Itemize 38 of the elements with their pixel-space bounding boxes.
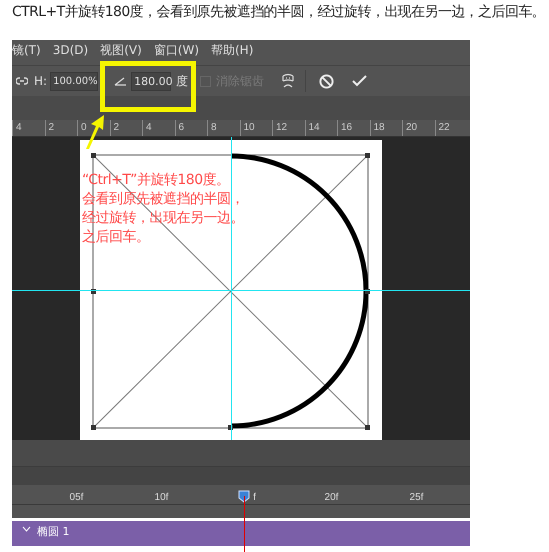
ruler-label: 22 xyxy=(434,120,467,136)
ruler-label: 8 xyxy=(207,120,240,136)
layer-row[interactable]: 椭圆 1 xyxy=(12,521,470,546)
timeline-label: 20f xyxy=(324,492,338,503)
heading-text: CTRL+T并旋转180度，会看到原先被遮挡的半圆，经过旋转，出现在另一边，之后回车。 xyxy=(12,3,546,22)
playhead-line xyxy=(244,496,245,552)
menu-item[interactable]: 3D(D) xyxy=(52,43,88,58)
height-label: H: xyxy=(34,73,48,90)
checkmark-icon[interactable] xyxy=(352,75,368,87)
timeline-label: 10f xyxy=(154,492,168,503)
chevron-icon[interactable] xyxy=(22,526,31,532)
timeline-label: f xyxy=(253,492,256,503)
warp-icon[interactable] xyxy=(280,73,296,89)
ruler-label: 6 xyxy=(174,120,207,136)
ruler-label: 2 xyxy=(110,120,142,136)
angle-unit: 度 xyxy=(176,73,188,90)
ruler-label: 2 xyxy=(44,120,77,136)
menu-item[interactable]: 视图(V) xyxy=(100,43,142,58)
ruler-label: 4 xyxy=(142,120,174,136)
ruler-label: 10 xyxy=(240,120,272,136)
ruler-label: 20 xyxy=(402,120,434,136)
height-field[interactable]: 100.00% xyxy=(50,72,98,90)
playhead-marker-icon[interactable] xyxy=(238,490,250,503)
layer-name: 椭圆 1 xyxy=(37,524,70,540)
angle-icon xyxy=(114,76,128,86)
ruler-label: 18 xyxy=(370,120,402,136)
ruler-label: 16 xyxy=(337,120,370,136)
ruler-label: 4 xyxy=(12,120,44,136)
timeline-label: 25f xyxy=(410,492,424,503)
ruler-label: 14 xyxy=(304,120,337,136)
menu-item[interactable]: 窗口(W) xyxy=(154,43,199,58)
ruler-label: 12 xyxy=(272,120,304,136)
cancel-icon[interactable] xyxy=(319,74,334,88)
menu-item[interactable]: 镜(T) xyxy=(12,43,41,58)
timeline-label: 05f xyxy=(70,492,84,503)
link-icon[interactable] xyxy=(16,77,28,85)
angle-field[interactable]: 180.00 xyxy=(131,72,172,90)
menu-item[interactable]: 帮助(H) xyxy=(211,43,254,58)
